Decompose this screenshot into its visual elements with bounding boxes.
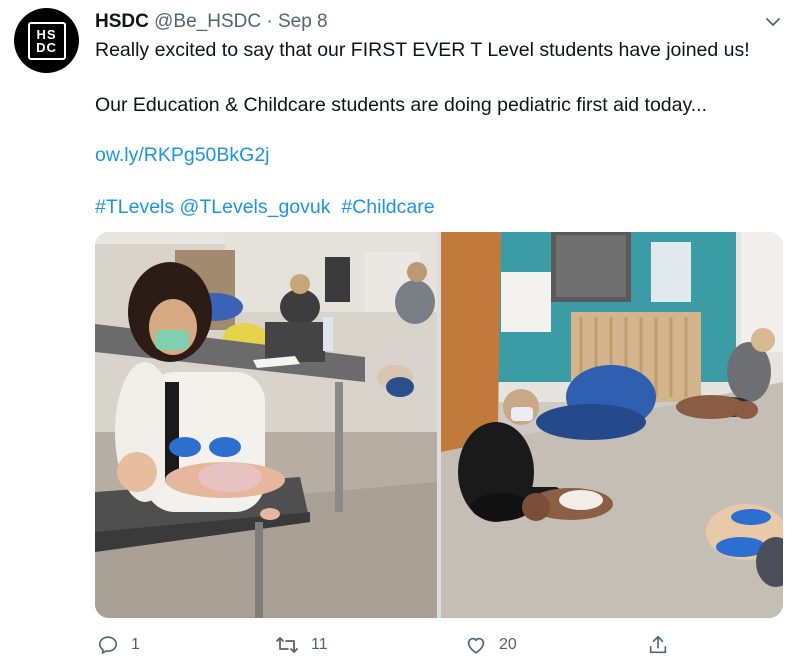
author-handle[interactable]: @Be_HSDC xyxy=(154,11,261,32)
logo-text-bottom: DC xyxy=(36,39,57,55)
tweet-actions: 1 11 20 xyxy=(95,628,785,662)
photo-left[interactable] xyxy=(95,232,437,618)
reply-icon xyxy=(97,634,119,656)
separator: · xyxy=(266,11,273,32)
hsdc-logo: HS DC xyxy=(27,21,66,60)
like-button[interactable]: 20 xyxy=(465,628,517,662)
tweet-text-line-2: Our Education & Childcare students are d… xyxy=(95,94,708,116)
photo-right[interactable] xyxy=(441,232,783,618)
heart-icon xyxy=(465,634,487,656)
chevron-down-icon[interactable] xyxy=(763,12,783,32)
retweet-icon xyxy=(275,634,299,656)
reply-button[interactable]: 1 xyxy=(97,628,140,662)
tweet-link[interactable]: ow.ly/RKPg50BkG2j xyxy=(95,143,270,167)
mention-tlevels-govuk[interactable]: @TLevels_govuk xyxy=(180,196,331,218)
like-count: 20 xyxy=(499,636,517,653)
tweet-text-line-1: Really excited to say that our FIRST EVE… xyxy=(95,39,750,61)
retweet-button[interactable]: 11 xyxy=(275,628,328,662)
share-button[interactable] xyxy=(647,628,669,662)
hashtag-line: #TLevels @TLevels_govuk #Childcare xyxy=(95,195,435,219)
avatar[interactable]: HS DC xyxy=(14,8,79,73)
hashtag-tlevels[interactable]: #TLevels xyxy=(95,196,174,218)
retweet-count: 11 xyxy=(311,636,328,653)
reply-count: 1 xyxy=(131,636,140,653)
tweet-date[interactable]: Sep 8 xyxy=(278,11,328,32)
hashtag-childcare[interactable]: #Childcare xyxy=(341,196,434,218)
logo-text-top: HS xyxy=(36,26,57,42)
author-name[interactable]: HSDC xyxy=(95,11,149,32)
tweet-media[interactable] xyxy=(95,232,783,618)
tweet-header: HSDC @Be_HSDC · Sep 8 xyxy=(95,10,328,34)
share-icon xyxy=(647,634,669,656)
